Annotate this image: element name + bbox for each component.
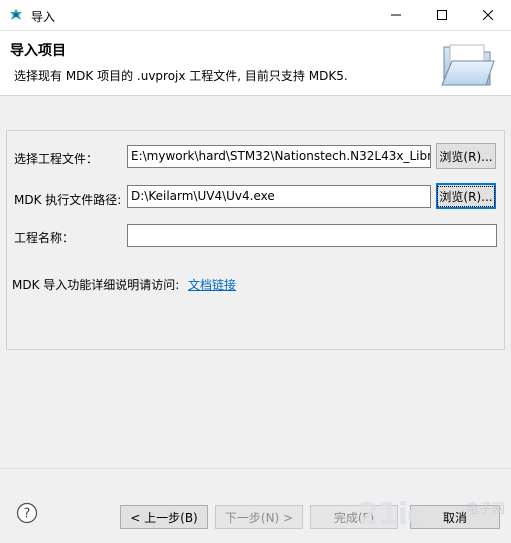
app-icon: [10, 9, 22, 20]
svg-text:?: ?: [24, 507, 31, 522]
close-button[interactable]: [465, 0, 511, 30]
project-file-label: 选择工程文件：: [14, 152, 99, 166]
wizard-footer: ? < 上一步(B) 下一步(N) > 完成(F) 取消 21ic 电子网: [0, 468, 511, 543]
browse-mdk-label: 浏览(R)...: [437, 185, 495, 207]
help-icon[interactable]: ?: [16, 502, 38, 524]
window-title: 导入: [31, 10, 56, 24]
page-description: 选择现有 MDK 项目的 .uvprojx 工程文件, 目前只支持 MDK5.: [14, 69, 348, 83]
doc-link[interactable]: 文档链接: [188, 276, 236, 293]
page-title: 导入项目: [10, 43, 66, 59]
browse-project-label: 浏览(R)...: [439, 149, 493, 164]
project-name-input[interactable]: [127, 224, 497, 247]
wizard-header: 导入项目 选择现有 MDK 项目的 .uvprojx 工程文件, 目前只支持 M…: [0, 31, 511, 96]
project-file-input[interactable]: E:\mywork\hard\STM32\Nationstech.N32L43x…: [127, 145, 431, 168]
minimize-icon: [391, 14, 401, 16]
minimize-button[interactable]: [373, 0, 419, 30]
maximize-icon: [437, 10, 447, 20]
project-name-label: 工程名称：: [14, 231, 75, 245]
cancel-button[interactable]: 取消: [410, 505, 500, 529]
back-button[interactable]: < 上一步(B): [120, 505, 208, 529]
title-bar: 导入: [0, 0, 511, 31]
finish-button[interactable]: 完成(F): [310, 505, 398, 529]
mdk-path-input[interactable]: D:\Keilarm\UV4\Uv4.exe: [127, 185, 431, 208]
maximize-button[interactable]: [419, 0, 465, 30]
wizard-content: 选择工程文件： E:\mywork\hard\STM32\Nationstech…: [0, 96, 511, 468]
browse-mdk-button[interactable]: 浏览(R)...: [436, 183, 496, 209]
next-button[interactable]: 下一步(N) >: [215, 505, 303, 529]
folder-icon: [441, 44, 495, 86]
close-icon: [483, 10, 493, 20]
help-text: MDK 导入功能详细说明请访问:: [12, 278, 180, 292]
mdk-path-label: MDK 执行文件路径:: [14, 193, 122, 207]
browse-project-button[interactable]: 浏览(R)...: [436, 143, 496, 169]
